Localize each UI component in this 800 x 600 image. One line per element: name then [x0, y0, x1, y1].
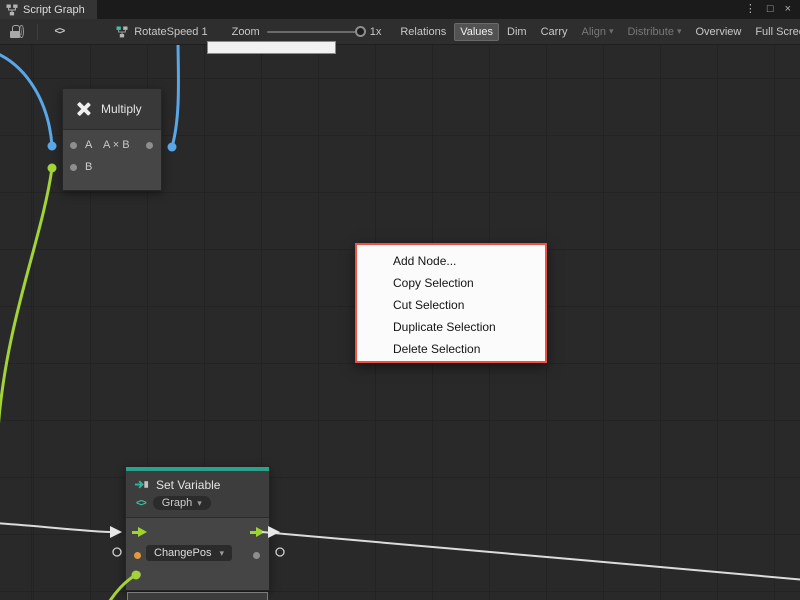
toolbar-button-overview[interactable]: Overview — [689, 23, 747, 41]
flow-port-row — [126, 522, 269, 544]
port-row-b: B — [63, 157, 161, 179]
multiply-icon — [75, 101, 91, 117]
variable-name-row: ChangePos ▾ — [126, 544, 269, 566]
variable-scope-dropdown[interactable]: Graph ▾ — [153, 496, 211, 510]
value-output-port[interactable] — [253, 552, 260, 559]
toolbar-button-carry[interactable]: Carry — [535, 23, 574, 41]
node-set-variable[interactable]: Set Variable <> Graph ▾ ChangePos ▾ — [125, 466, 270, 591]
value-input-port[interactable] — [134, 571, 141, 578]
panel-menu-icon[interactable]: ⋮ — [745, 4, 756, 15]
zoom-slider[interactable] — [267, 31, 363, 33]
tab-bar: Script Graph ⋮ □ × — [0, 0, 800, 19]
menu-item-copy-selection[interactable]: Copy Selection — [357, 272, 545, 294]
zoom-control: Zoom 1x — [232, 26, 382, 38]
context-menu: Add Node... Copy Selection Cut Selection… — [355, 243, 547, 363]
input-port-a[interactable] — [70, 142, 77, 149]
variable-kind-icon: <> — [136, 498, 146, 509]
port-label-a: A — [85, 139, 92, 151]
graph-breadcrumb[interactable]: RotateSpeed 1 — [116, 26, 207, 38]
toolbar-button-values[interactable]: Values — [454, 23, 499, 41]
chevron-down-icon: ▾ — [197, 498, 202, 509]
toolbar-button-dim[interactable]: Dim — [501, 23, 533, 41]
variable-scope-value: Graph — [162, 497, 193, 509]
toolbar-button-align[interactable]: Align▾ — [575, 23, 619, 41]
variable-name-value: ChangePos — [154, 547, 212, 559]
menu-item-add-node[interactable]: Add Node... — [357, 250, 545, 272]
toolbar-button-distribute[interactable]: Distribute▾ — [621, 23, 687, 41]
tab-title: Script Graph — [23, 4, 85, 16]
maximize-icon[interactable]: □ — [767, 4, 774, 15]
port-label-b: B — [85, 161, 92, 173]
tab-script-graph[interactable]: Script Graph — [0, 0, 97, 19]
code-icon[interactable]: <> — [55, 26, 65, 37]
node-multiply-body: A A × B B — [63, 130, 161, 190]
menu-item-duplicate-selection[interactable]: Duplicate Selection — [357, 316, 545, 338]
toolbar-divider — [37, 24, 38, 40]
menu-item-delete-selection[interactable]: Delete Selection — [357, 338, 545, 360]
output-port[interactable] — [146, 142, 153, 149]
output-label: A × B — [103, 139, 130, 151]
set-variable-icon — [134, 477, 149, 492]
node-title: Multiply — [101, 102, 142, 116]
toolbar-buttons: Relations Values Dim Carry Align▾ Distri… — [393, 23, 800, 41]
inline-text-field[interactable] — [207, 41, 336, 54]
zoom-slider-knob[interactable] — [355, 26, 366, 37]
graph-breadcrumb-label: RotateSpeed 1 — [134, 26, 207, 38]
node-multiply[interactable]: Multiply A A × B B — [62, 88, 162, 191]
value-input-row — [126, 566, 269, 584]
flow-input-port[interactable] — [132, 527, 147, 538]
flow-output-port[interactable] — [250, 527, 265, 538]
zoom-label: Zoom — [232, 26, 260, 38]
script-machine-icon — [116, 26, 128, 38]
chevron-down-icon: ▾ — [677, 26, 682, 37]
port-row-a: A A × B — [63, 135, 161, 157]
variable-input-port[interactable] — [134, 552, 141, 559]
script-graph-icon — [6, 4, 18, 16]
chevron-down-icon: ▾ — [609, 26, 614, 37]
node-set-variable-body: ChangePos ▾ — [126, 518, 269, 590]
script-graph-window: Multiply A A × B B — [0, 0, 800, 600]
input-port-b[interactable] — [70, 164, 77, 171]
node-set-variable-header[interactable]: Set Variable <> Graph ▾ — [126, 471, 269, 518]
node-multiply-header[interactable]: Multiply — [63, 89, 161, 130]
menu-item-cut-selection[interactable]: Cut Selection — [357, 294, 545, 316]
variable-name-dropdown[interactable]: ChangePos ▾ — [146, 545, 232, 561]
close-icon[interactable]: × — [785, 4, 791, 15]
node-partial-bottom[interactable] — [127, 592, 268, 600]
toolbar-button-relations[interactable]: Relations — [394, 23, 452, 41]
zoom-value: 1x — [370, 26, 382, 38]
toolbar-button-fullscreen[interactable]: Full Screen — [749, 23, 800, 41]
chevron-down-icon: ▾ — [220, 548, 225, 559]
graph-toolbar: i <> RotateSpeed 1 Zoom 1x Relations — [0, 19, 800, 45]
panel-controls: ⋮ □ × — [745, 0, 800, 19]
node-title: Set Variable — [156, 478, 220, 492]
